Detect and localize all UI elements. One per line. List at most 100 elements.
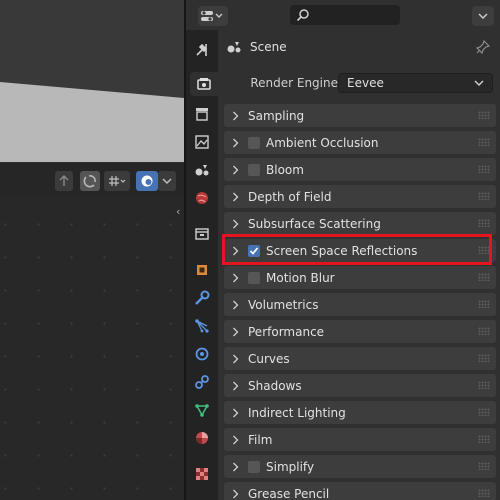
properties-header	[186, 0, 500, 30]
scene-icon	[227, 42, 241, 53]
tab-object[interactable]	[190, 258, 214, 282]
collection-icon	[195, 228, 209, 240]
motion-blur-checkbox[interactable]	[248, 271, 260, 284]
screen-space-reflections-checkbox[interactable]	[248, 244, 260, 257]
panel-label: Ambient Occlusion	[266, 135, 379, 150]
panel-motion-blur[interactable]: Motion Blur	[224, 266, 496, 289]
options-dropdown[interactable]	[472, 6, 494, 26]
tab-output[interactable]	[190, 102, 214, 126]
snap-button[interactable]	[80, 171, 100, 191]
context-label: Scene	[250, 40, 287, 54]
viewport-plane	[0, 82, 184, 162]
material-icon	[196, 432, 208, 444]
tab-constraints[interactable]	[190, 370, 214, 394]
render-engine-value: Eevee	[347, 76, 384, 90]
tab-particles[interactable]	[190, 314, 214, 338]
pin-icon[interactable]	[476, 40, 490, 54]
panel-shadows[interactable]: Shadows	[224, 374, 496, 397]
panel-screen-space-reflections[interactable]: Screen Space Reflections	[224, 239, 496, 262]
panel-curves[interactable]: Curves	[224, 347, 496, 370]
panel-ambient-occlusion[interactable]: Ambient Occlusion	[224, 131, 496, 154]
panel-performance[interactable]: Performance	[224, 320, 496, 343]
panel-bloom[interactable]: Bloom	[224, 158, 496, 181]
chevron-right-icon	[232, 138, 242, 148]
drag-handle-icon[interactable]	[478, 435, 490, 443]
panel-label: Simplify	[266, 459, 315, 474]
tab-texture[interactable]	[190, 462, 214, 486]
panel-label: Subsurface Scattering	[248, 216, 381, 231]
viewport-render-area[interactable]	[0, 0, 184, 162]
bloom-checkbox[interactable]	[248, 163, 260, 176]
search-icon	[296, 9, 309, 22]
render-engine-row: Render Engine Eevee	[218, 72, 500, 94]
collapse-arrow-icon[interactable]: ‹	[176, 205, 184, 219]
drag-handle-icon[interactable]	[478, 111, 490, 119]
drag-handle-icon[interactable]	[478, 165, 490, 173]
drag-handle-icon[interactable]	[478, 327, 490, 335]
drag-handle-icon[interactable]	[478, 381, 490, 389]
grid-snap-icon	[109, 176, 126, 186]
tab-data[interactable]	[190, 398, 214, 422]
properties-editor-icon	[201, 11, 223, 21]
drag-handle-icon[interactable]	[478, 408, 490, 416]
render-engine-label: Render Engine	[250, 76, 338, 90]
object-icon	[197, 265, 207, 275]
drag-handle-icon[interactable]	[478, 489, 490, 497]
panel-sampling[interactable]: Sampling	[224, 104, 496, 127]
ambient-occlusion-checkbox[interactable]	[248, 136, 260, 149]
data-icon	[195, 404, 209, 417]
particles-icon	[195, 319, 209, 333]
drag-handle-icon[interactable]	[478, 219, 490, 227]
panel-volumetrics[interactable]: Volumetrics	[224, 293, 496, 316]
viewport-grid-area[interactable]	[0, 196, 184, 500]
tab-render[interactable]	[190, 72, 218, 96]
tab-collection[interactable]	[190, 222, 214, 246]
shading-options-dropdown[interactable]	[158, 171, 176, 191]
constraints-icon	[195, 375, 209, 389]
simplify-checkbox[interactable]	[248, 460, 260, 473]
tab-view-layer[interactable]	[190, 130, 214, 154]
chevron-right-icon	[232, 435, 242, 445]
drag-handle-icon[interactable]	[478, 462, 490, 470]
tab-tool[interactable]	[190, 38, 214, 62]
panel-label: Bloom	[266, 162, 304, 177]
panel-subsurface-scattering[interactable]: Subsurface Scattering	[224, 212, 496, 235]
viewport-shading-button[interactable]	[136, 171, 158, 191]
panel-grease-pencil[interactable]: Grease Pencil	[224, 482, 496, 500]
tab-scene[interactable]	[190, 158, 214, 182]
snap-target-dropdown[interactable]	[104, 171, 130, 191]
drag-handle-icon[interactable]	[478, 246, 490, 254]
drag-handle-icon[interactable]	[478, 192, 490, 200]
chevron-down-icon	[478, 13, 488, 19]
panel-film[interactable]: Film	[224, 428, 496, 451]
chevron-right-icon	[232, 111, 242, 121]
chevron-right-icon	[232, 273, 242, 283]
panel-simplify[interactable]: Simplify	[224, 455, 496, 478]
editor-type-button[interactable]	[198, 6, 228, 26]
modifier-icon	[195, 290, 210, 305]
tab-world[interactable]	[190, 186, 214, 210]
chevron-right-icon	[232, 192, 242, 202]
view-layer-icon	[195, 135, 209, 149]
texture-icon	[196, 468, 208, 480]
properties-content: Scene Render Engine Eevee Sampling Ambie…	[218, 30, 500, 500]
drag-handle-icon[interactable]	[478, 300, 490, 308]
output-icon	[196, 108, 208, 121]
transform-orientation-button[interactable]	[55, 171, 73, 191]
drag-handle-icon[interactable]	[478, 354, 490, 362]
panel-depth-of-field[interactable]: Depth of Field	[224, 185, 496, 208]
scene-icon	[195, 165, 209, 176]
search-input[interactable]	[290, 5, 400, 25]
chevron-down-icon	[474, 80, 484, 86]
panel-label: Sampling	[248, 108, 305, 123]
tab-material[interactable]	[190, 426, 214, 450]
properties-editor: Scene Render Engine Eevee Sampling Ambie…	[184, 0, 500, 500]
render-engine-select[interactable]: Eevee	[338, 73, 493, 93]
chevron-right-icon	[232, 354, 242, 364]
drag-handle-icon[interactable]	[478, 273, 490, 281]
drag-handle-icon[interactable]	[478, 138, 490, 146]
tab-physics[interactable]	[190, 342, 214, 366]
chevron-right-icon	[232, 219, 242, 229]
panel-indirect-lighting[interactable]: Indirect Lighting	[224, 401, 496, 424]
tab-modifiers[interactable]	[190, 286, 214, 310]
